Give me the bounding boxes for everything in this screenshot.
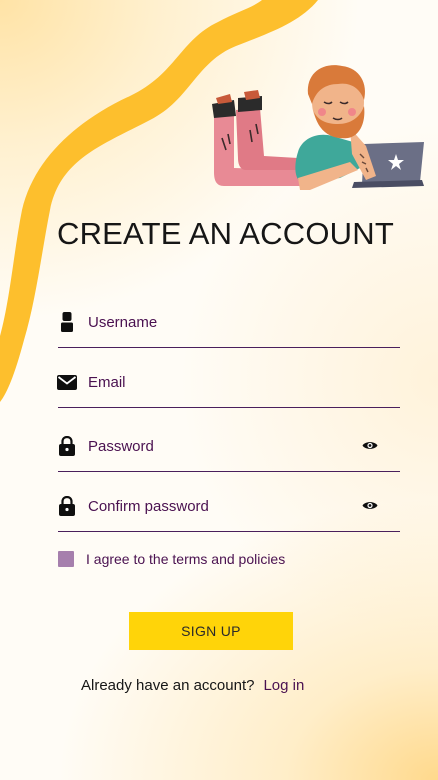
envelope-icon bbox=[56, 372, 78, 392]
username-input[interactable] bbox=[88, 310, 358, 334]
password-underline bbox=[58, 470, 400, 472]
password-input[interactable] bbox=[88, 434, 358, 458]
confirm-password-field bbox=[56, 490, 400, 532]
terms-checkbox[interactable] bbox=[58, 551, 74, 567]
login-prompt: Already have an account? Log in bbox=[81, 677, 304, 694]
confirm-password-input[interactable] bbox=[88, 494, 358, 518]
email-field bbox=[56, 366, 400, 408]
eye-icon[interactable] bbox=[360, 498, 380, 512]
confirm-password-underline bbox=[58, 530, 400, 532]
login-link[interactable]: Log in bbox=[263, 677, 304, 694]
page-title: CREATE AN ACCOUNT bbox=[57, 216, 394, 251]
eye-icon[interactable] bbox=[360, 438, 380, 452]
terms-label: I agree to the terms and policies bbox=[86, 551, 286, 567]
lock-icon bbox=[56, 496, 78, 516]
lock-icon bbox=[56, 436, 78, 456]
email-underline bbox=[58, 406, 400, 408]
person-with-laptop-illustration bbox=[212, 65, 424, 190]
username-underline bbox=[58, 346, 400, 348]
password-field bbox=[56, 430, 400, 472]
sign-up-button[interactable]: SIGN UP bbox=[129, 612, 293, 650]
email-input[interactable] bbox=[88, 370, 358, 394]
login-question: Already have an account? bbox=[81, 677, 255, 694]
terms-row: I agree to the terms and policies bbox=[58, 551, 285, 567]
username-field bbox=[56, 306, 400, 348]
user-icon bbox=[56, 312, 78, 332]
